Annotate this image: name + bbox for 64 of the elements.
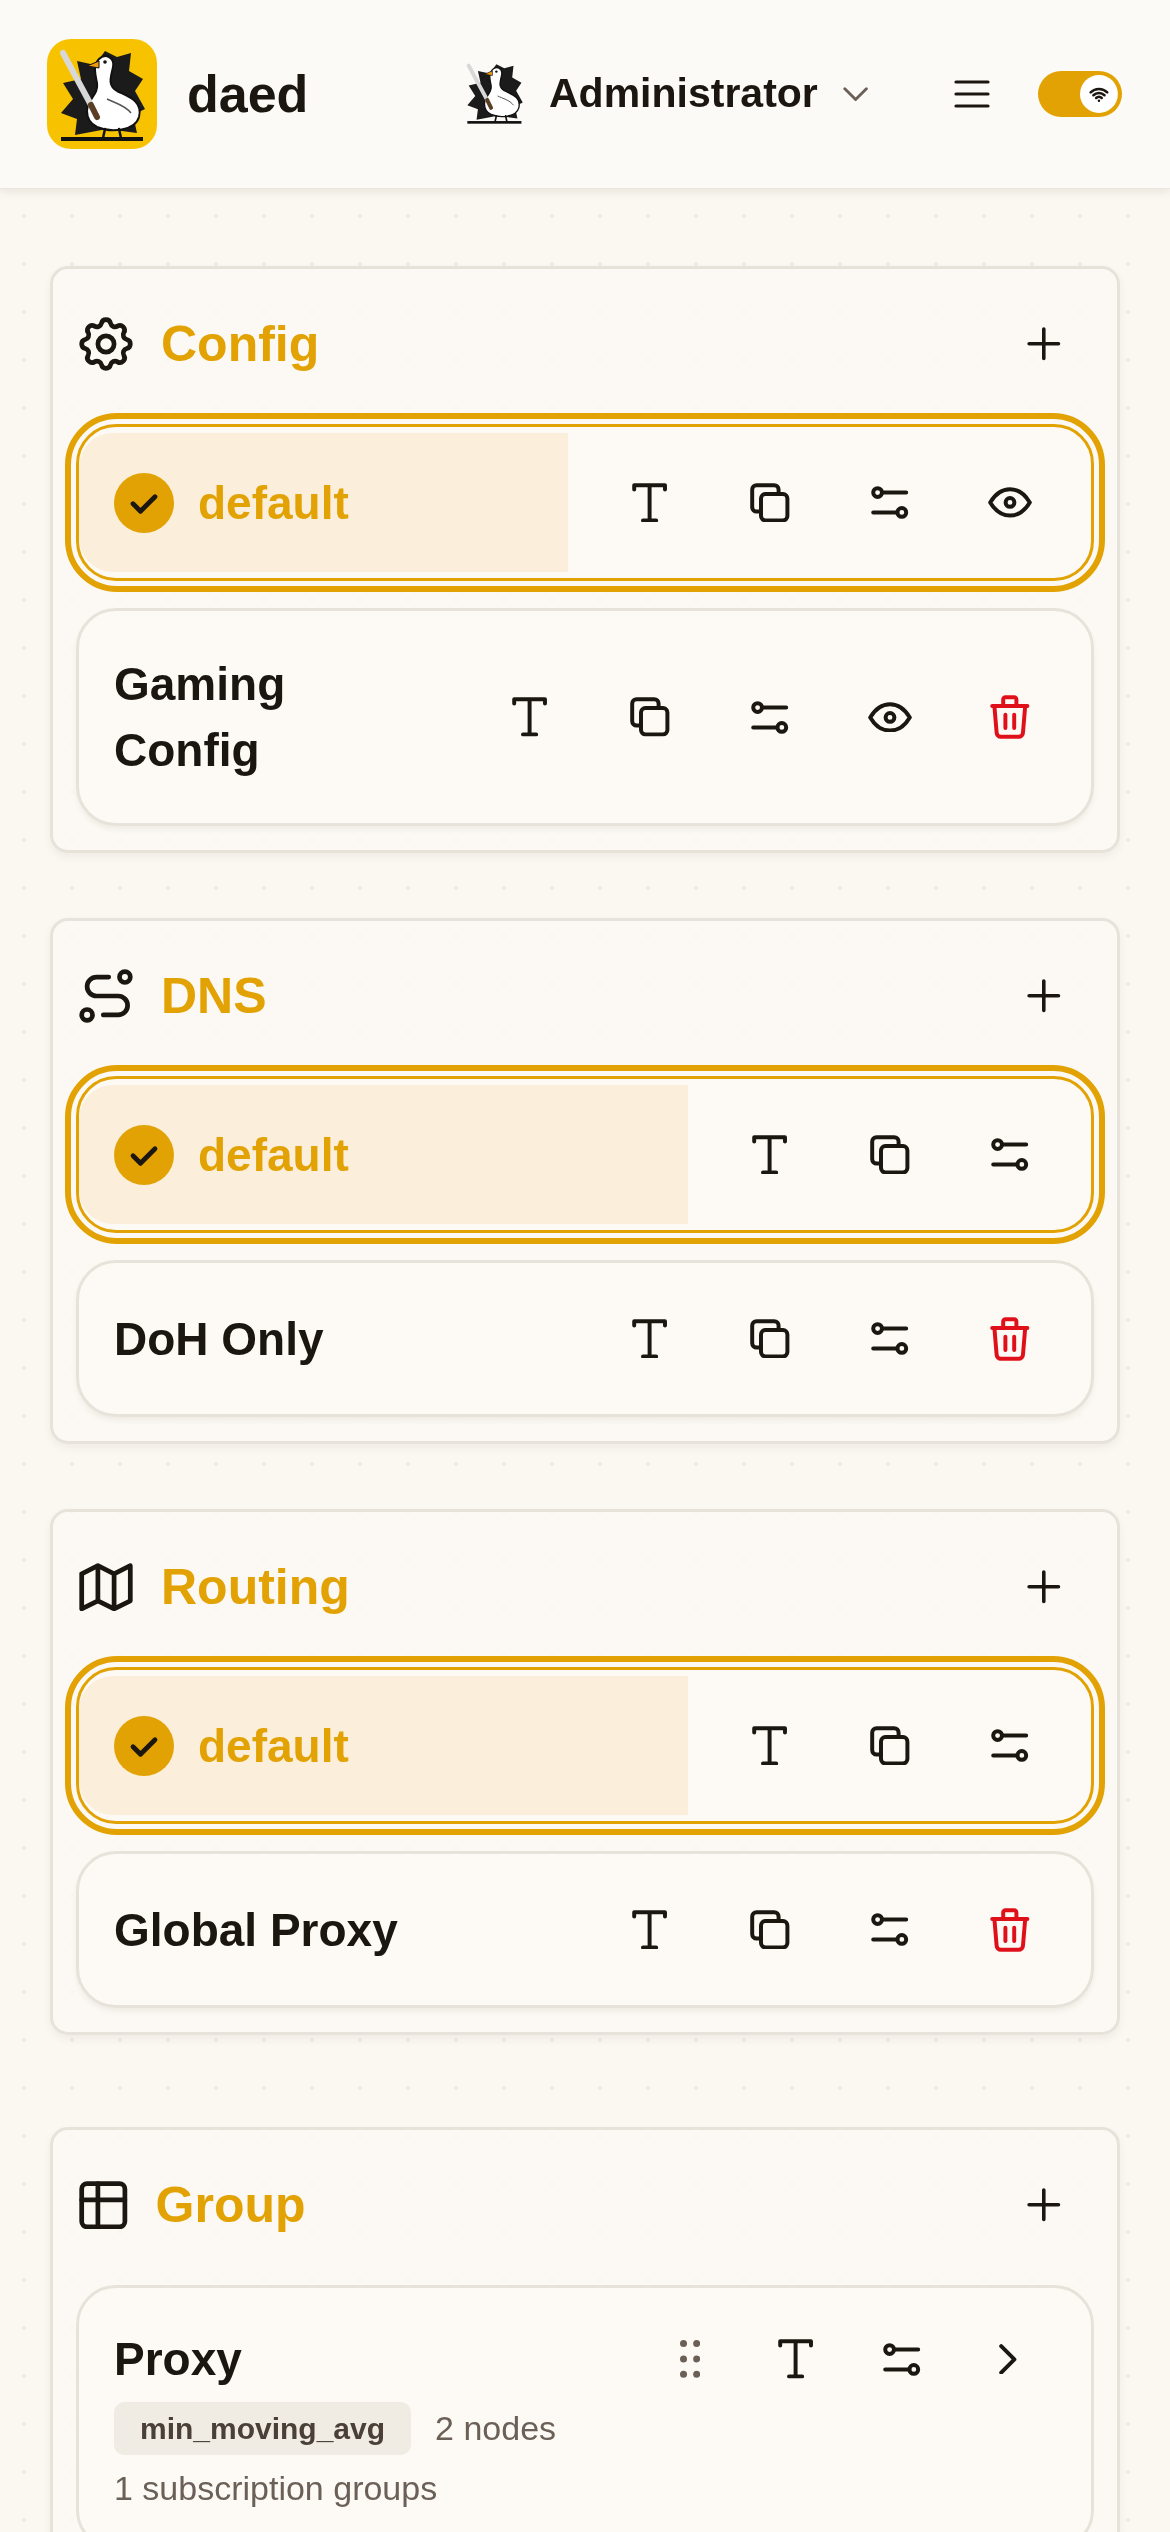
goose-avatar-icon [465,63,524,125]
section-title: Routing [161,1558,350,1617]
sliders-icon[interactable] [751,700,789,734]
copy-icon[interactable] [750,1318,790,1359]
policy-tag: min_moving_avg [114,2402,412,2455]
toggle-switch[interactable] [1038,71,1122,117]
user-menu-button[interactable]: Administrator [465,63,868,125]
text-icon[interactable] [512,697,548,737]
dns-item[interactable]: DoH Only [76,1260,1094,1417]
copy-icon[interactable] [630,697,670,737]
node-count: 2 nodes [435,2408,557,2449]
text-icon[interactable] [632,1909,668,1950]
map-icon [79,1562,133,1612]
subscription-count: 1 subscription groups [114,2469,439,2507]
wifi-icon [1080,75,1118,113]
app-name: daed [187,68,309,120]
sliders-icon[interactable] [871,1322,909,1355]
section-title: Group [155,2176,306,2235]
group-name: Proxy [114,2332,242,2387]
trash-icon[interactable] [990,1907,1030,1952]
item-name: default [198,1718,349,1774]
item-name: Gaming Config [114,657,287,778]
plus-icon[interactable] [1027,979,1061,1013]
route-icon [79,969,133,1023]
settings-icon [79,317,133,371]
chevron-right-icon[interactable] [999,2343,1017,2375]
eye-icon[interactable] [868,701,912,733]
sliders-icon[interactable] [991,1729,1029,1762]
trash-icon[interactable] [990,695,1030,739]
text-icon[interactable] [778,2339,814,2379]
menu-icon[interactable] [954,80,990,108]
routing-item[interactable]: Global Proxy [76,1851,1094,2008]
text-icon[interactable] [632,1318,668,1359]
sliders-icon[interactable] [991,1138,1029,1171]
goose-logo-icon [47,39,157,149]
text-icon[interactable] [752,1134,788,1175]
item-name: default [198,475,349,531]
sliders-icon[interactable] [871,486,909,519]
plus-icon[interactable] [1027,327,1061,361]
sliders-icon[interactable] [883,2342,921,2376]
copy-icon[interactable] [750,482,790,523]
eye-icon[interactable] [988,487,1032,518]
item-name: DoH Only [114,1311,324,1367]
group-item[interactable]: Proxy min_moving_avg 2 nodes 1 subscription groups [76,2285,1094,2532]
check-circle-icon [114,1124,174,1185]
plus-icon[interactable] [1027,2188,1061,2222]
item-name: Global Proxy [114,1902,398,1958]
copy-icon[interactable] [750,1909,790,1950]
drag-handle-icon[interactable] [679,2340,701,2378]
plus-icon[interactable] [1027,1570,1061,1604]
copy-icon[interactable] [870,1134,910,1175]
check-circle-icon [114,1715,174,1776]
chevron-down-icon [842,86,868,102]
item-name: default [198,1127,349,1183]
sliders-icon[interactable] [871,1913,909,1946]
section-title: DNS [161,967,267,1026]
copy-icon[interactable] [870,1725,910,1766]
trash-icon[interactable] [990,1316,1030,1361]
check-circle-icon [114,472,174,533]
text-icon[interactable] [632,482,668,523]
text-icon[interactable] [752,1725,788,1766]
config-item[interactable]: Gaming Config [76,608,1094,826]
table-icon [79,2180,128,2230]
section-title: Config [161,315,320,374]
